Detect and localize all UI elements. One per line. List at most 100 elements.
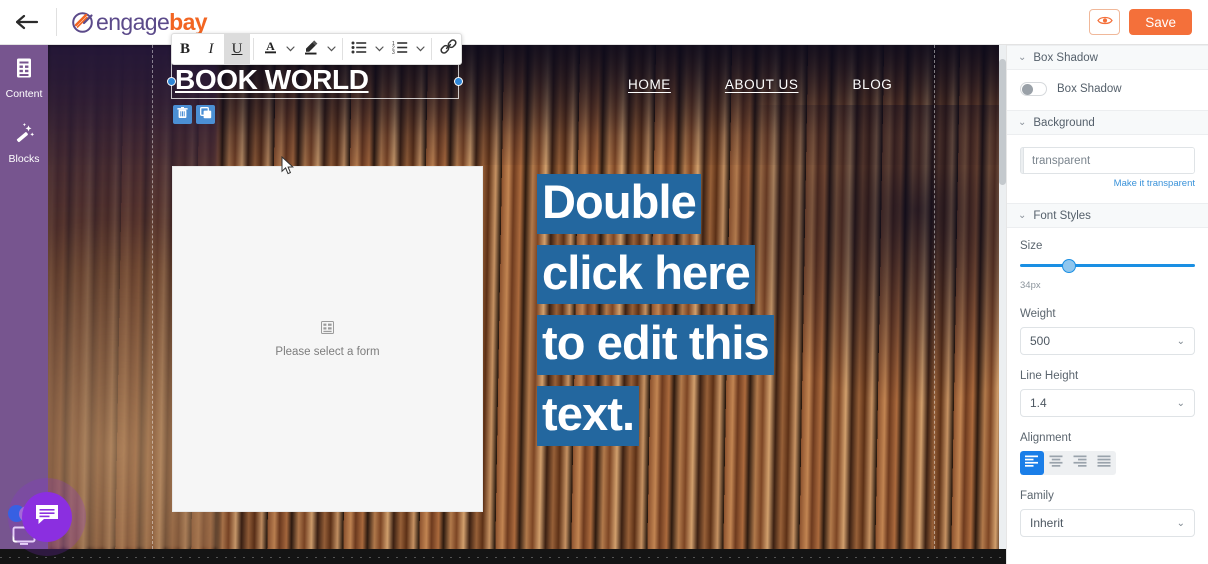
font-weight-select[interactable]: 500 ⌄ <box>1020 327 1195 355</box>
copy-icon <box>199 106 212 124</box>
background-color-input[interactable] <box>1024 148 1194 173</box>
line-height-select[interactable]: 1.4 ⌄ <box>1020 389 1195 417</box>
highlight-color-button[interactable] <box>298 34 324 64</box>
box-shadow-toggle-label: Box Shadow <box>1057 83 1122 95</box>
form-placeholder-card[interactable]: Please select a form <box>172 166 483 512</box>
site-navigation: HOME ABOUT US BLOG <box>628 77 892 92</box>
align-center-button[interactable] <box>1044 451 1068 475</box>
sidebar-item-blocks[interactable]: Blocks <box>0 110 48 175</box>
left-sidebar: Content Blocks <box>0 45 48 564</box>
bullet-list-icon <box>351 41 367 58</box>
align-center-icon <box>1049 454 1063 472</box>
slider-thumb[interactable] <box>1062 259 1076 273</box>
chevron-down-icon: ⌄ <box>1018 52 1027 63</box>
delete-block-button[interactable] <box>173 105 192 124</box>
hero-headline-line-4: text. <box>537 385 640 446</box>
magic-wand-icon <box>0 122 48 149</box>
make-it-transparent-link[interactable]: Make it transparent <box>1020 178 1195 189</box>
insert-link-button[interactable] <box>435 34 461 64</box>
email-canvas[interactable]: HOME ABOUT US BLOG BOOK WORLD Please sel… <box>48 45 1006 549</box>
underline-button[interactable]: U <box>224 34 250 64</box>
line-height-value: 1.4 <box>1030 396 1047 410</box>
numbered-list-button[interactable]: 1 2 3 <box>387 34 413 64</box>
text-format-toolbar: B I U A 1 2 3 <box>171 33 462 65</box>
block-action-bar <box>173 105 215 124</box>
save-button[interactable]: Save <box>1129 9 1192 35</box>
hero-headline[interactable]: Double click here to edit this text. <box>537 174 857 457</box>
canvas-scrollbar[interactable] <box>999 45 1006 549</box>
align-right-button[interactable] <box>1068 451 1092 475</box>
topbar-divider <box>56 8 57 36</box>
italic-button[interactable]: I <box>198 34 224 64</box>
layout-guide-left <box>152 45 153 549</box>
trash-icon <box>177 106 188 124</box>
properties-panel: ⌄ Box Shadow Box Shadow ⌄ Background Mak… <box>1006 45 1208 564</box>
align-left-button[interactable] <box>1020 451 1044 475</box>
font-size-slider[interactable] <box>1020 259 1195 273</box>
highlighter-icon <box>303 39 319 59</box>
hero-headline-line-2: click here <box>537 244 755 305</box>
topbar-actions: Save <box>1089 9 1208 35</box>
font-color-caret-icon[interactable] <box>283 34 298 64</box>
section-header-box-shadow[interactable]: ⌄ Box Shadow <box>1007 45 1208 70</box>
align-left-icon <box>1025 454 1039 472</box>
align-justify-icon <box>1097 454 1111 472</box>
bullet-list-button[interactable] <box>346 34 372 64</box>
toolbar-divider-2 <box>342 38 343 60</box>
box-shadow-toggle[interactable] <box>1020 82 1047 96</box>
nav-link-blog[interactable]: BLOG <box>852 77 892 92</box>
font-color-button[interactable]: A <box>257 34 283 64</box>
section-title-font-styles: Font Styles <box>1033 209 1091 222</box>
chevron-down-icon: ⌄ <box>1176 335 1185 347</box>
logo-text-bay: bay <box>169 8 207 35</box>
toggle-knob <box>1022 84 1033 95</box>
sidebar-item-blocks-label: Blocks <box>8 153 40 165</box>
duplicate-block-button[interactable] <box>196 105 215 124</box>
site-title[interactable]: BOOK WORLD <box>175 62 369 98</box>
weight-label: Weight <box>1020 308 1056 320</box>
toolbar-divider-1 <box>253 38 254 60</box>
size-label: Size <box>1020 240 1043 252</box>
canvas-scrollbar-thumb[interactable] <box>999 59 1006 185</box>
alignment-button-group <box>1020 451 1116 475</box>
bullet-list-caret-icon[interactable] <box>372 34 387 64</box>
section-header-background[interactable]: ⌄ Background <box>1007 110 1208 135</box>
resize-handle-left[interactable] <box>167 77 176 86</box>
sidebar-item-content[interactable]: Content <box>0 45 48 110</box>
align-justify-button[interactable] <box>1092 451 1116 475</box>
section-header-font-styles[interactable]: ⌄ Font Styles <box>1007 203 1208 228</box>
nav-link-home[interactable]: HOME <box>628 77 671 92</box>
chevron-down-icon: ⌄ <box>1018 210 1027 221</box>
section-body-font-styles: Size 34px Weight 500 ⌄ Line Height 1.4 ⌄… <box>1007 228 1208 551</box>
chevron-down-icon: ⌄ <box>1176 397 1185 409</box>
chat-widget-button[interactable] <box>22 492 72 542</box>
eye-icon <box>1097 13 1113 31</box>
line-height-label: Line Height <box>1020 370 1079 382</box>
nav-link-about-us[interactable]: ABOUT US <box>725 77 799 92</box>
highlight-color-caret-icon[interactable] <box>324 34 339 64</box>
bottom-strip-hint <box>0 557 1006 558</box>
chevron-down-icon: ⌄ <box>1018 117 1027 128</box>
selected-text-block[interactable]: BOOK WORLD <box>167 62 463 99</box>
resize-handle-right[interactable] <box>454 77 463 86</box>
email-builder-app: engagebay Save Content Blocks HOME ABOUT… <box>0 0 1208 564</box>
sidebar-item-content-label: Content <box>5 88 43 100</box>
back-button[interactable] <box>0 0 56 45</box>
engagebay-logo[interactable]: engagebay <box>71 8 208 36</box>
alignment-label: Alignment <box>1020 432 1072 444</box>
logo-text-engage: engage <box>96 8 170 35</box>
family-label: Family <box>1020 490 1054 502</box>
arrow-left-icon <box>16 14 40 30</box>
chat-bubble-icon <box>34 503 60 532</box>
bold-button[interactable]: B <box>172 34 198 64</box>
preview-button[interactable] <box>1089 9 1121 35</box>
section-title-box-shadow: Box Shadow <box>1033 51 1098 64</box>
svg-text:3: 3 <box>392 50 395 54</box>
background-color-field <box>1020 147 1195 174</box>
section-body-background: Make it transparent <box>1007 135 1208 203</box>
link-icon <box>439 39 457 59</box>
font-family-select[interactable]: Inherit ⌄ <box>1020 509 1195 537</box>
layout-guide-right <box>934 45 935 549</box>
numbered-list-caret-icon[interactable] <box>413 34 428 64</box>
hero-headline-line-3: to edit this <box>537 315 774 375</box>
